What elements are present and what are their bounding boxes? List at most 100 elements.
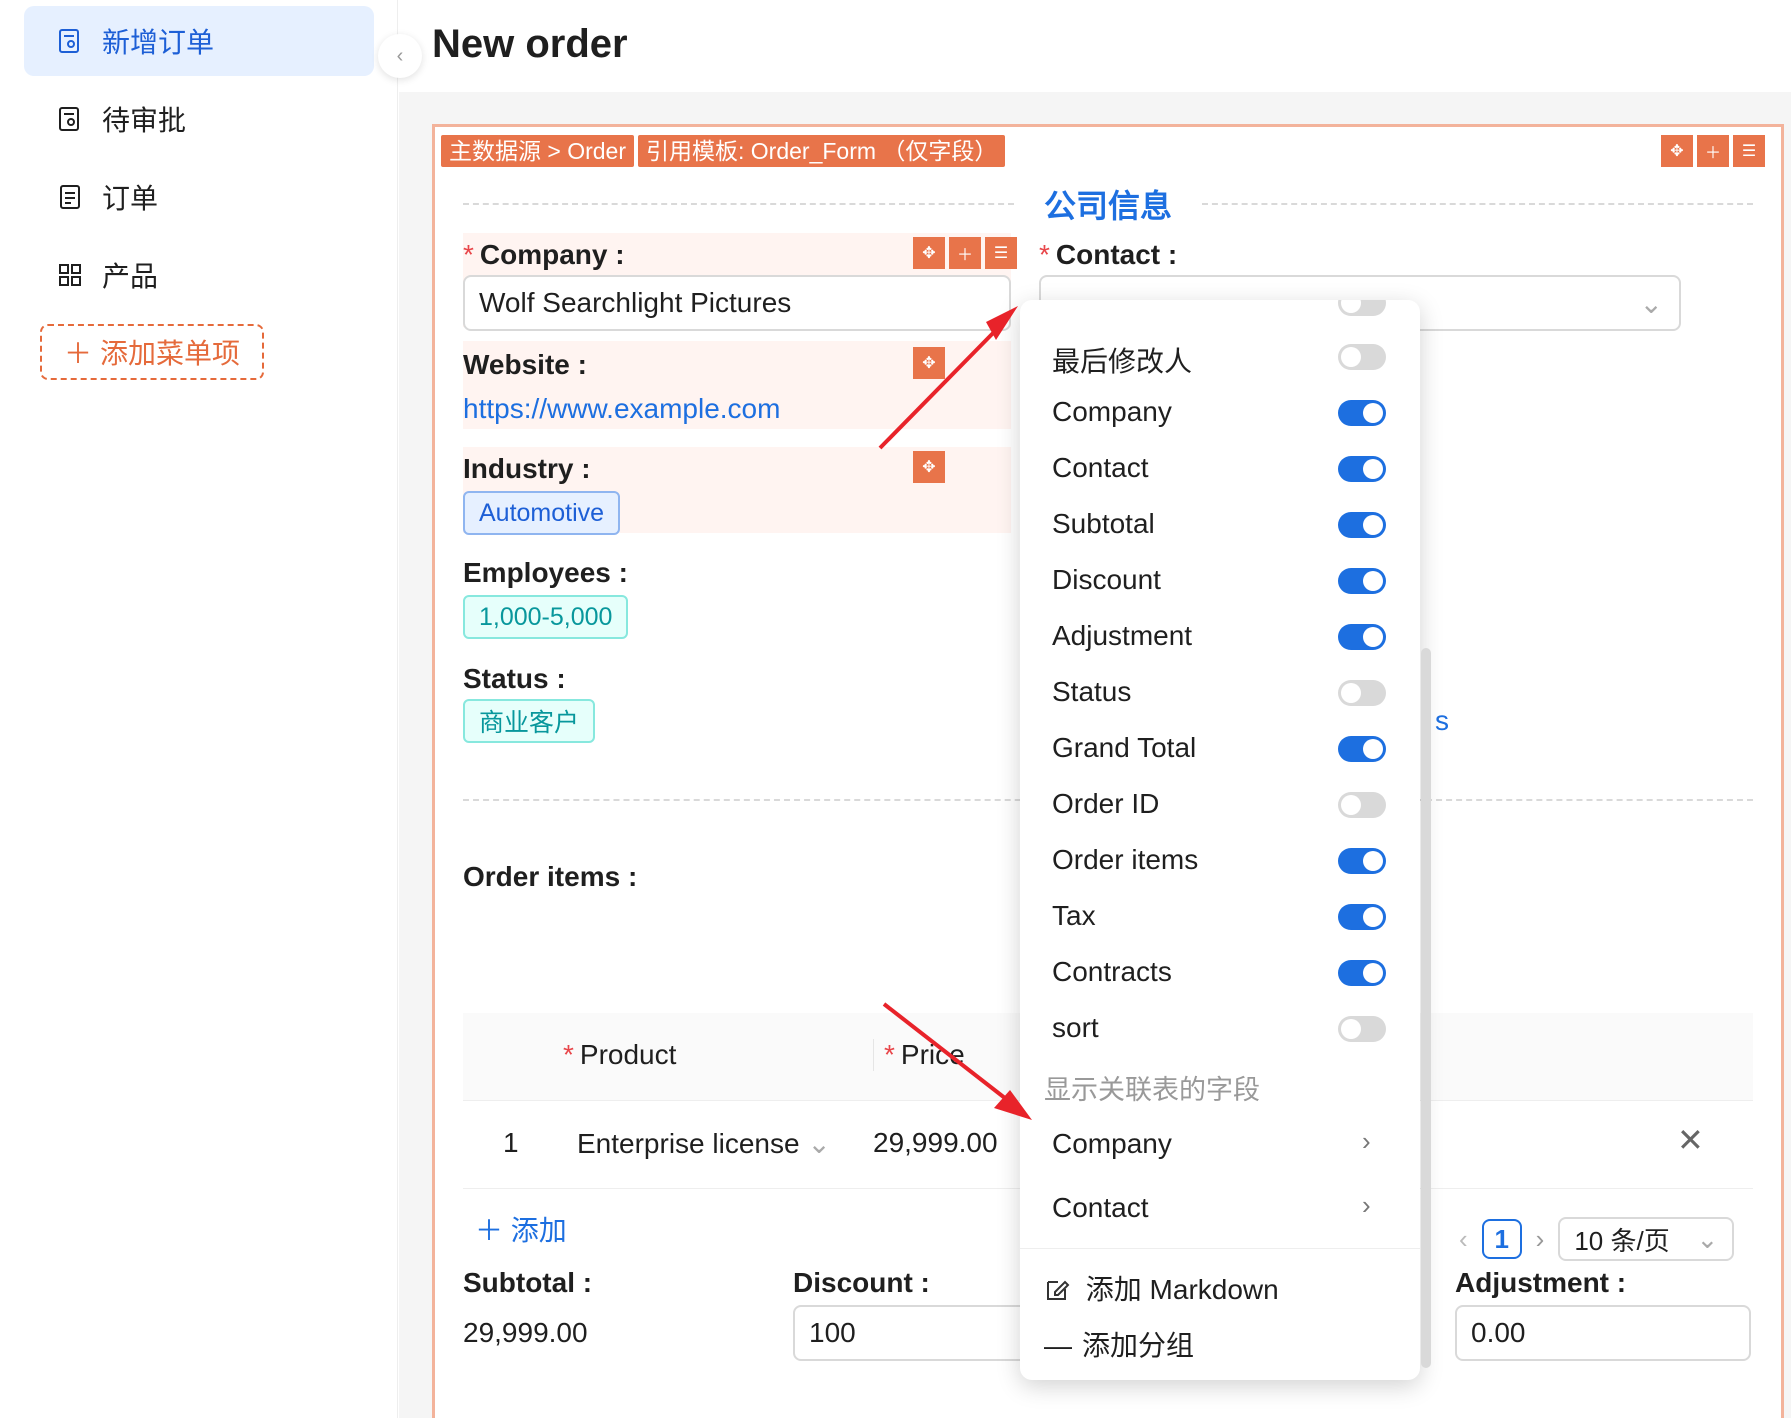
toggle-switch-partial[interactable] bbox=[1338, 300, 1386, 316]
sidebar-item-label: 待审批 bbox=[102, 105, 187, 136]
menu-icon[interactable]: ☰ bbox=[1733, 135, 1765, 167]
sidebar-item-label: 产品 bbox=[102, 261, 159, 292]
plus-icon: ＋ bbox=[475, 1215, 504, 1246]
page-size-select[interactable]: 10 条/页 ⌄ bbox=[1558, 1217, 1735, 1261]
status-tag: 商业客户 bbox=[463, 699, 596, 743]
menu-item-status[interactable]: Status bbox=[1052, 676, 1131, 708]
source-tag[interactable]: 主数据源 > Order bbox=[441, 135, 635, 167]
website-label: Website : bbox=[463, 349, 587, 380]
menu-item-relation-company[interactable]: Company bbox=[1052, 1128, 1172, 1160]
menu-item-adjustment[interactable]: Adjustment bbox=[1052, 620, 1192, 652]
employees-label: Employees : bbox=[463, 557, 628, 588]
dropdown-scrollbar[interactable] bbox=[1421, 648, 1431, 1368]
chevron-left-icon[interactable]: ‹ bbox=[1459, 1224, 1468, 1255]
menu-item-company[interactable]: Company bbox=[1052, 396, 1172, 428]
menu-item-tax[interactable]: Tax bbox=[1052, 900, 1096, 932]
price-value[interactable]: 29,999.00 bbox=[873, 1127, 998, 1159]
toggle-switch[interactable] bbox=[1338, 680, 1386, 706]
status-label: Status : bbox=[463, 663, 566, 694]
toggle-switch[interactable] bbox=[1338, 1016, 1386, 1042]
industry-tag: Automotive bbox=[463, 491, 621, 535]
move-icon[interactable]: ✥ bbox=[913, 451, 945, 483]
discount-label: Discount : bbox=[793, 1267, 930, 1298]
close-icon[interactable]: ✕ bbox=[1677, 1121, 1704, 1159]
menu-item-discount[interactable]: Discount bbox=[1052, 564, 1161, 596]
collapse-sidebar-button[interactable]: ‹ bbox=[378, 34, 422, 78]
subtotal-value: 29,999.00 bbox=[463, 1317, 588, 1348]
sidebar-item-label: 新增订单 bbox=[102, 27, 215, 58]
sidebar-item-products[interactable]: 产品 bbox=[24, 240, 374, 310]
contact-label: * Contact : bbox=[1039, 239, 1178, 270]
toggle-switch[interactable] bbox=[1338, 624, 1386, 650]
toggle-switch[interactable] bbox=[1338, 736, 1386, 762]
menu-item-add-group[interactable]: — 添加分组 bbox=[1044, 1324, 1194, 1364]
toggle-switch[interactable] bbox=[1338, 568, 1386, 594]
chevron-right-icon: › bbox=[1362, 1190, 1371, 1220]
menu-item-add-markdown[interactable]: 添加 Markdown bbox=[1044, 1268, 1279, 1308]
menu-item-contact[interactable]: Contact bbox=[1052, 452, 1149, 484]
toggle-switch[interactable] bbox=[1338, 344, 1386, 370]
toggle-switch[interactable] bbox=[1338, 848, 1386, 874]
toggle-switch[interactable] bbox=[1338, 960, 1386, 986]
sidebar-item-pending[interactable]: 待审批 bbox=[24, 84, 374, 154]
website-link[interactable]: https://www.example.com bbox=[463, 393, 780, 425]
menu-icon[interactable]: ☰ bbox=[985, 237, 1017, 269]
company-input[interactable]: Wolf Searchlight Pictures bbox=[463, 275, 1011, 331]
row-index: 1 bbox=[503, 1127, 519, 1158]
sidebar: 新增订单 待审批 订单 产品 ＋ 添加菜单项 bbox=[0, 0, 398, 1418]
minus-icon: — bbox=[1044, 1330, 1072, 1361]
toggle-switch[interactable] bbox=[1338, 512, 1386, 538]
page-number[interactable]: 1 bbox=[1481, 1219, 1522, 1259]
plus-icon[interactable]: ＋ bbox=[949, 237, 981, 269]
toggle-switch[interactable] bbox=[1338, 456, 1386, 482]
chevron-down-icon: ⌄ bbox=[807, 1128, 831, 1159]
toggle-switch[interactable] bbox=[1338, 400, 1386, 426]
plus-icon[interactable]: ＋ bbox=[1697, 135, 1729, 167]
order-items-label: Order items : bbox=[463, 861, 638, 892]
chevron-right-icon: › bbox=[1362, 1126, 1371, 1156]
field-toolbar: ✥ bbox=[913, 451, 945, 483]
add-menu-item-button[interactable]: ＋ 添加菜单项 bbox=[40, 324, 264, 380]
move-icon[interactable]: ✥ bbox=[913, 347, 945, 379]
edit-icon bbox=[1044, 1274, 1086, 1305]
toggle-switch[interactable] bbox=[1338, 792, 1386, 818]
industry-label: Industry : bbox=[463, 453, 591, 484]
form-icon bbox=[56, 105, 84, 133]
column-product: * Product bbox=[563, 1039, 677, 1070]
field-toolbar: ✥ ＋ ☰ bbox=[913, 237, 1017, 269]
menu-divider bbox=[1020, 1248, 1420, 1249]
form-icon bbox=[56, 27, 84, 55]
subtotal-label: Subtotal : bbox=[463, 1267, 593, 1298]
template-tag[interactable]: 引用模板: Order_Form （仅字段） bbox=[638, 135, 1006, 167]
section-title: 公司信息 bbox=[1044, 188, 1173, 224]
source-tags: 主数据源 > Order 引用模板: Order_Form （仅字段） bbox=[441, 135, 1006, 167]
move-icon[interactable]: ✥ bbox=[913, 237, 945, 269]
adjustment-input[interactable]: 0.00 bbox=[1455, 1305, 1751, 1361]
product-select[interactable]: Enterprise license ⌄ bbox=[577, 1127, 831, 1160]
sidebar-item-new-order[interactable]: 新增订单 bbox=[24, 6, 374, 76]
chevron-right-icon[interactable]: › bbox=[1536, 1224, 1545, 1255]
chevron-down-icon: ⌄ bbox=[1639, 287, 1663, 319]
card-toolbar: ✥ ＋ ☰ bbox=[1661, 135, 1765, 167]
menu-item-sort[interactable]: sort bbox=[1052, 1012, 1099, 1044]
company-label: * Company : bbox=[463, 239, 625, 270]
menu-item-last-modified-by[interactable]: 最后修改人 bbox=[1052, 340, 1192, 380]
menu-item-relation-contact[interactable]: Contact bbox=[1052, 1192, 1149, 1224]
adjustment-label: Adjustment : bbox=[1455, 1267, 1627, 1298]
menu-item-grand-total[interactable]: Grand Total bbox=[1052, 732, 1196, 764]
grid-icon bbox=[56, 261, 84, 289]
chevron-left-icon: ‹ bbox=[396, 44, 404, 67]
menu-item-subtotal[interactable]: Subtotal bbox=[1052, 508, 1155, 540]
field-toolbar: ✥ bbox=[913, 347, 945, 379]
menu-item-contracts[interactable]: Contracts bbox=[1052, 956, 1172, 988]
menu-item-order-items[interactable]: Order items bbox=[1052, 844, 1198, 876]
toggle-switch[interactable] bbox=[1338, 904, 1386, 930]
add-row-button[interactable]: ＋ 添加 bbox=[475, 1209, 567, 1249]
sidebar-item-label: 订单 bbox=[102, 183, 159, 214]
move-icon[interactable]: ✥ bbox=[1661, 135, 1693, 167]
menu-item-order-id[interactable]: Order ID bbox=[1052, 788, 1159, 820]
sidebar-item-orders[interactable]: 订单 bbox=[24, 162, 374, 232]
truncated-link[interactable]: s bbox=[1435, 705, 1449, 737]
column-price: * Price bbox=[873, 1039, 965, 1071]
page-header: New order bbox=[399, 0, 1791, 92]
